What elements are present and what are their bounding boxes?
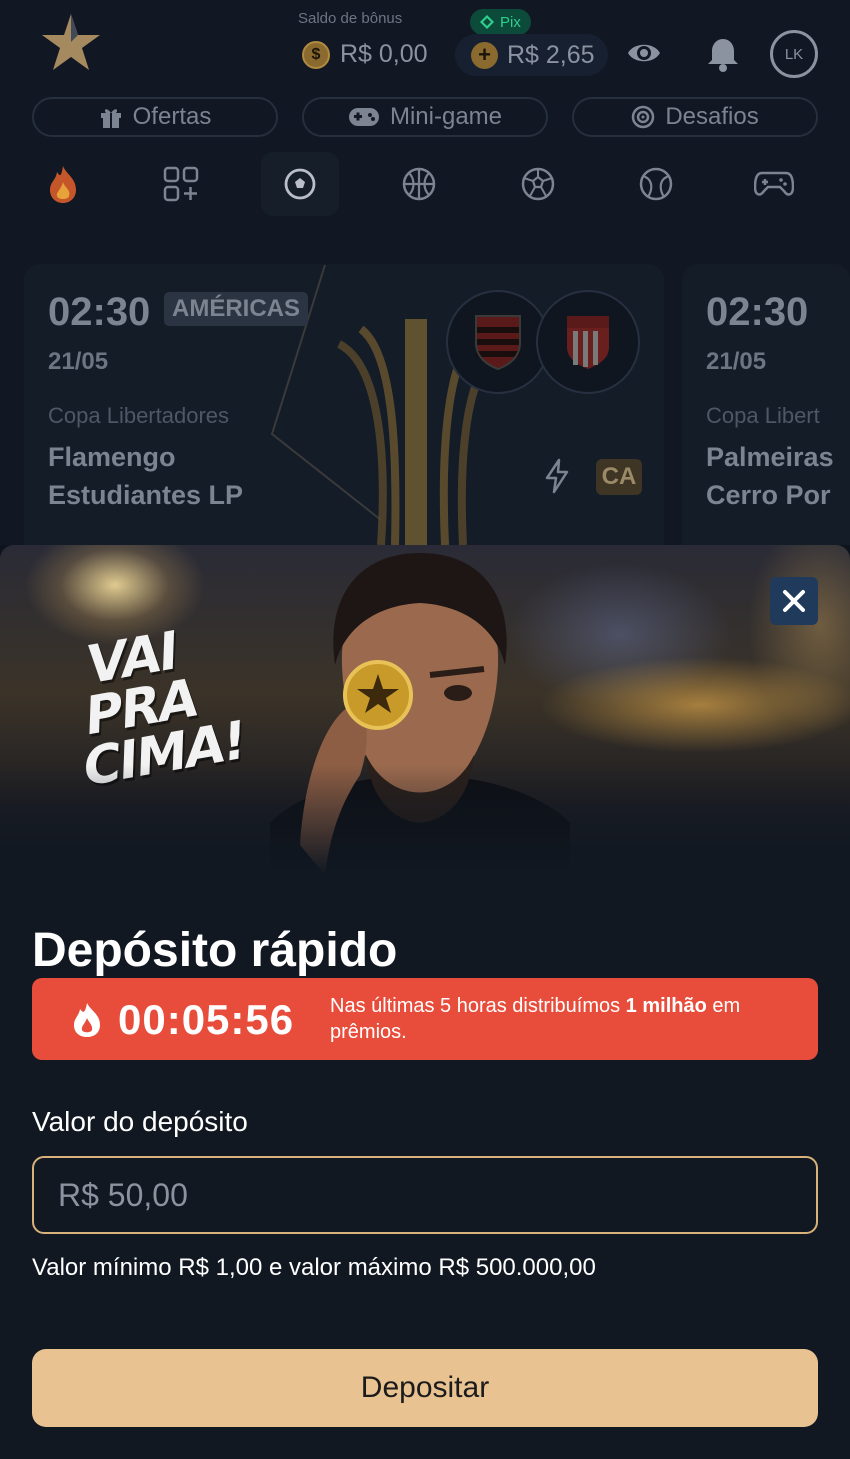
category-basketball[interactable] — [380, 152, 458, 216]
soccer-ball-icon — [284, 168, 316, 200]
cashout-badge: CA — [596, 459, 642, 495]
sport-category-bar — [0, 152, 850, 216]
category-esports[interactable] — [735, 152, 813, 216]
tennis-ball-icon — [639, 167, 673, 201]
gamepad-icon — [754, 171, 794, 196]
fire-icon — [74, 1003, 100, 1037]
offers-label: Ofertas — [132, 103, 212, 130]
category-hot[interactable] — [24, 152, 102, 216]
fire-icon — [50, 166, 76, 203]
match-date: 21/05 — [48, 348, 109, 375]
away-team: Estudiantes LP — [48, 480, 244, 510]
basketball-icon — [402, 167, 436, 201]
balance-value: R$ 2,65 — [507, 40, 595, 69]
league-name: Copa Libertadores — [48, 403, 230, 428]
countdown-timer: 00:05:56 — [118, 996, 295, 1043]
target-icon — [632, 105, 655, 129]
match-date: 21/05 — [706, 348, 767, 375]
category-all[interactable] — [142, 152, 220, 216]
close-icon — [783, 590, 805, 612]
match-time: 02:30 — [706, 290, 809, 334]
home-team: Palmeiras — [706, 442, 834, 472]
match-card[interactable]: 02:30 21/05 Copa Libert Palmeiras Cerro … — [682, 264, 850, 545]
bonus-balance-label: Saldo de bônus — [298, 10, 403, 27]
bell-icon[interactable] — [706, 36, 740, 72]
avatar[interactable]: LK — [770, 30, 818, 78]
gamepad-icon — [348, 108, 379, 126]
pix-badge: Pix — [470, 9, 531, 35]
pix-icon — [480, 15, 494, 29]
promo-highlight: 1 milhão — [625, 995, 707, 1017]
bonus-balance-value: R$ 0,00 — [340, 40, 428, 68]
deposit-balance-button[interactable]: + R$ 2,65 — [455, 34, 608, 76]
offers-button[interactable]: Ofertas — [32, 97, 278, 137]
esports-ball-icon — [521, 167, 555, 201]
deposit-amount-input[interactable] — [32, 1156, 818, 1234]
eye-icon[interactable] — [626, 38, 662, 68]
top-header: Saldo de bônus $ R$ 0,00 Pix + R$ 2,65 L… — [0, 0, 850, 545]
challenges-label: Desafios — [665, 103, 759, 130]
deposit-button[interactable]: Depositar — [32, 1349, 818, 1427]
mini-game-button[interactable]: Mini-game — [302, 97, 548, 137]
away-team: Cerro Por — [706, 480, 831, 510]
home-team: Flamengo — [48, 442, 176, 472]
mini-game-label: Mini-game — [389, 103, 503, 130]
promo-message: Nas últimas 5 horas distribuímos 1 milhã… — [330, 995, 741, 1043]
flamengo-crest-icon — [446, 290, 550, 394]
modal-title: Depósito rápido — [32, 924, 398, 977]
estudiantes-crest-icon — [536, 290, 640, 394]
gift-icon — [100, 109, 121, 128]
match-card[interactable]: 02:30 AMÉRICAS 21/05 Copa Libertadores F… — [24, 264, 664, 545]
category-tennis[interactable] — [617, 152, 695, 216]
lightning-icon — [545, 458, 569, 494]
grid-plus-icon — [163, 166, 199, 202]
region-tag: AMÉRICAS — [164, 292, 309, 326]
pix-label: Pix — [500, 13, 521, 31]
quick-links: Ofertas Mini-game Desafios — [0, 97, 850, 137]
deposit-limits-text: Valor mínimo R$ 1,00 e valor máximo R$ 5… — [32, 1254, 596, 1281]
deposit-amount-label: Valor do depósito — [32, 1106, 248, 1137]
close-button[interactable] — [770, 577, 818, 625]
challenges-button[interactable]: Desafios — [572, 97, 818, 137]
league-name: Copa Libert — [706, 403, 820, 428]
quick-deposit-modal: VAI PRA CIMA! Depósito rápido 00:05:56 N… — [0, 545, 850, 1459]
promo-countdown-banner: 00:05:56 Nas últimas 5 horas distribuímo… — [32, 978, 818, 1060]
bonus-balance[interactable]: $ R$ 0,00 — [302, 40, 428, 69]
promo-banner-image: VAI PRA CIMA! — [0, 545, 850, 875]
category-soccer[interactable] — [261, 152, 339, 216]
plus-icon: + — [471, 41, 498, 69]
brand-star-logo-icon[interactable] — [40, 12, 102, 72]
match-time: 02:30 — [48, 290, 151, 334]
category-esoccer[interactable] — [499, 152, 577, 216]
coin-icon: $ — [302, 40, 330, 69]
